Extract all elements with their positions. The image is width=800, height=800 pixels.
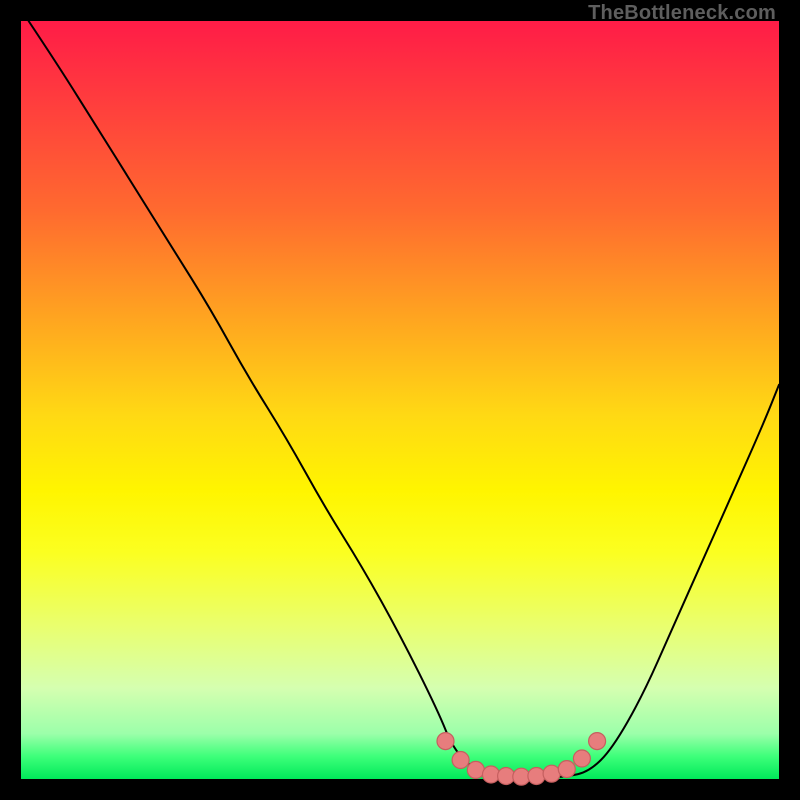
highlight-point [483,766,500,783]
curve-layer [21,21,779,779]
highlight-point [467,761,484,778]
highlight-point [528,768,545,785]
highlight-point [543,765,560,782]
plot-area [21,21,779,779]
watermark-text: TheBottleneck.com [588,2,776,25]
highlight-point [452,752,469,769]
highlight-point [498,768,515,785]
highlight-point [558,761,575,778]
chart-frame: TheBottleneck.com [0,0,800,800]
highlight-point [573,750,590,767]
highlight-markers [437,733,606,786]
highlight-point [513,768,530,785]
highlight-point [589,733,606,750]
highlight-point [437,733,454,750]
bottleneck-curve [29,21,779,778]
